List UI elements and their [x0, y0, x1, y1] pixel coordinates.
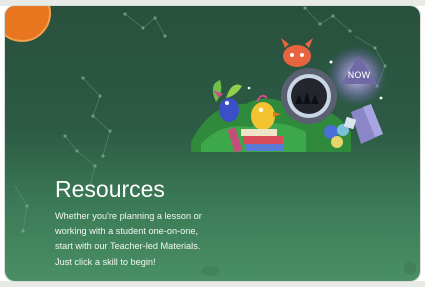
resources-card[interactable]: NOW Resources Whether you're planning a …	[5, 6, 420, 281]
bottom-frame-strip	[0, 281, 425, 287]
card-description: Whether you're planning a lesson or work…	[55, 209, 255, 270]
description-line: start with our Teacher-led Materials.	[55, 241, 201, 252]
magic-portal-illustration: NOW	[191, 38, 387, 153]
card-title: Resources	[55, 176, 165, 202]
description-line: Whether you're planning a lesson or	[55, 211, 202, 221]
now-sign-text: NOW	[348, 71, 371, 81]
description-line: Just click a skill to begin!	[55, 256, 156, 267]
description-line: working with a student one-on-one,	[55, 226, 199, 237]
